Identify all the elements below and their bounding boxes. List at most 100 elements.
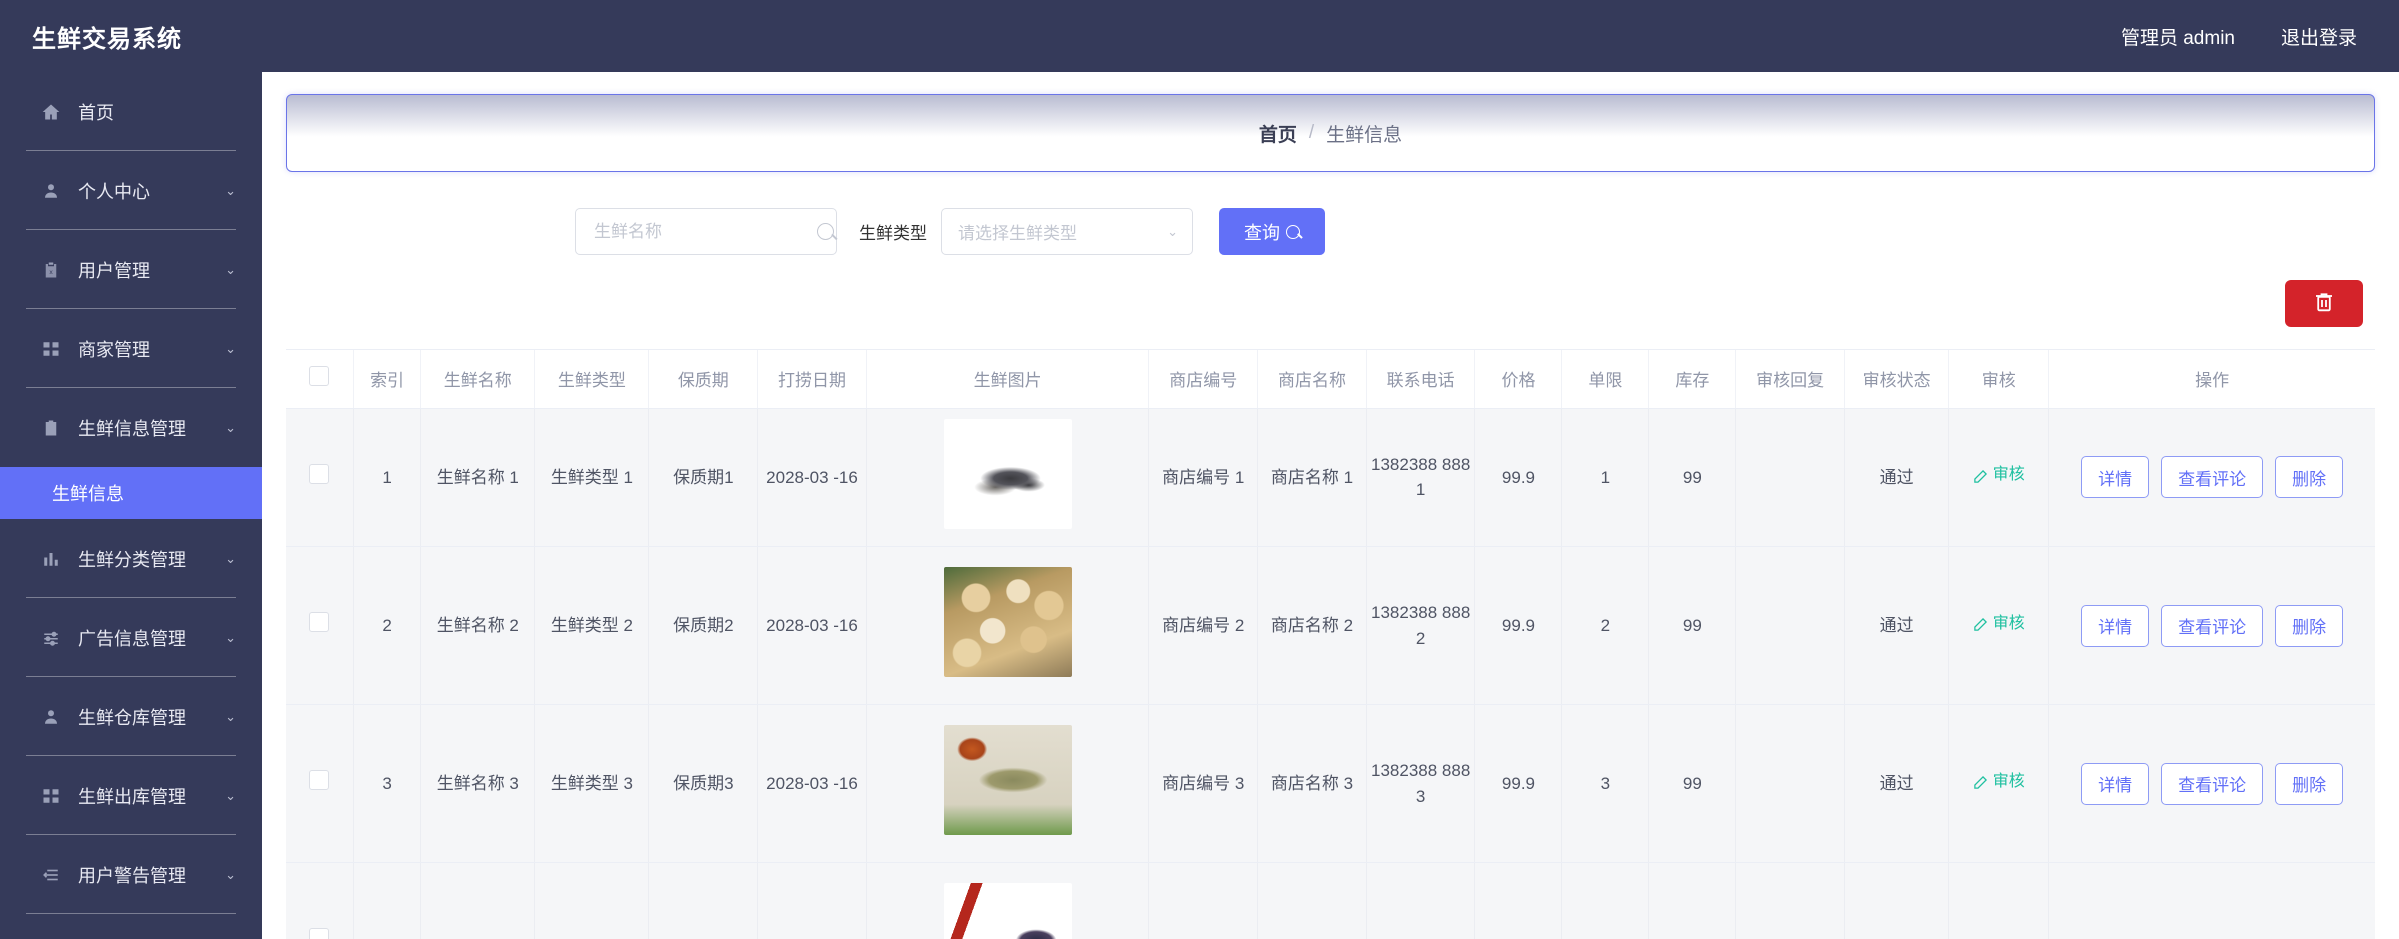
sidebar-item-fresh-warehouse-management[interactable]: 生鲜仓库管理 ⌄ bbox=[0, 677, 262, 756]
breadcrumb-separator: / bbox=[1308, 122, 1315, 143]
cell-fresh-image[interactable] bbox=[866, 704, 1150, 863]
fresh-image-thumbnail[interactable] bbox=[943, 566, 1072, 677]
cell-shelf-life bbox=[648, 862, 759, 939]
delete-selected-button[interactable] bbox=[2285, 280, 2363, 327]
cell-operations[interactable]: 详情 查看评论 删除 bbox=[2048, 546, 2375, 705]
pencil-icon bbox=[1973, 616, 1988, 631]
sidebar-item-personal-center[interactable]: 个人中心 ⌄ bbox=[0, 151, 262, 230]
select-all-checkbox[interactable] bbox=[309, 366, 330, 387]
query-button-label: 查询 bbox=[1244, 222, 1280, 243]
sidebar-item-ad-info-management[interactable]: 广告信息管理 ⌄ bbox=[0, 598, 262, 677]
sidebar-item-label: 用户警告管理 bbox=[78, 865, 186, 886]
delete-button[interactable]: 删除 bbox=[2275, 762, 2344, 805]
sliders-icon bbox=[40, 627, 62, 649]
cell-order-limit: 1 bbox=[1561, 408, 1650, 547]
sidebar-item-label: 个人中心 bbox=[78, 181, 150, 202]
sidebar-item-home[interactable]: 首页 bbox=[0, 72, 262, 151]
fresh-info-table-wrapper: 索引 生鲜名称 生鲜类型 保质期 打捞日期 生鲜图片 商店编号 商店名称 联系电… bbox=[286, 349, 2375, 939]
brand-title: 生鲜交易系统 bbox=[32, 25, 182, 53]
cell-phone bbox=[1366, 862, 1476, 939]
logout-button[interactable]: 退出登录 bbox=[2281, 23, 2357, 50]
fresh-image-thumbnail[interactable] bbox=[943, 882, 1072, 939]
sidebar-item-user-management[interactable]: x 用户管理 ⌄ bbox=[0, 230, 262, 309]
cell-fresh-image[interactable] bbox=[866, 862, 1150, 939]
delete-button[interactable]: 删除 bbox=[2275, 456, 2344, 499]
detail-button[interactable]: 详情 bbox=[2081, 456, 2150, 499]
cell-audit-action[interactable] bbox=[1948, 862, 2050, 939]
fresh-image-thumbnail[interactable] bbox=[943, 418, 1072, 529]
row-checkbox[interactable] bbox=[309, 927, 330, 939]
row-checkbox[interactable] bbox=[309, 769, 330, 790]
detail-button[interactable]: 详情 bbox=[2081, 762, 2150, 805]
audit-link[interactable]: 审核 bbox=[1973, 612, 2025, 636]
sidebar-item-fresh-info-management[interactable]: 生鲜信息管理 ⌄ bbox=[0, 388, 262, 467]
sidebar-item-fresh-category-management[interactable]: 生鲜分类管理 ⌄ bbox=[0, 519, 262, 598]
col-audit-status: 审核状态 bbox=[1844, 350, 1950, 409]
sidebar-item-merchant-management[interactable]: 商家管理 ⌄ bbox=[0, 309, 262, 388]
table-row[interactable] bbox=[286, 862, 2375, 939]
row-select-cell[interactable] bbox=[286, 546, 354, 705]
detail-button[interactable]: 详情 bbox=[2081, 604, 2150, 647]
fresh-name-search-box[interactable] bbox=[575, 208, 837, 255]
filter-bar: 生鲜类型 请选择生鲜类型 ⌄ 查询 bbox=[262, 172, 2399, 255]
cell-price bbox=[1474, 862, 1563, 939]
sidebar-item-label: 商家管理 bbox=[78, 339, 150, 360]
sidebar-item-label: 生鲜仓库管理 bbox=[78, 707, 186, 728]
cell-audit-action[interactable]: 审核 bbox=[1948, 546, 2050, 705]
cell-store-no: 商店编号 2 bbox=[1148, 546, 1259, 705]
sidebar-subitem-fresh-info[interactable]: 生鲜信息 bbox=[0, 467, 262, 519]
fresh-type-select[interactable]: 请选择生鲜类型 ⌄ bbox=[941, 208, 1193, 255]
cell-operations[interactable]: 详情 查看评论 删除 bbox=[2048, 408, 2375, 547]
audit-link[interactable]: 审核 bbox=[1973, 463, 2025, 487]
breadcrumb-home[interactable]: 首页 bbox=[1259, 120, 1297, 147]
user-icon bbox=[40, 180, 62, 202]
table-row[interactable]: 2 生鲜名称 2 生鲜类型 2 保质期2 2028-03 -16 商店编号 2 … bbox=[286, 546, 2375, 705]
row-checkbox[interactable] bbox=[309, 463, 330, 484]
bulk-actions-bar bbox=[262, 255, 2399, 327]
cell-operations[interactable] bbox=[2048, 862, 2375, 939]
table-row[interactable]: 1 生鲜名称 1 生鲜类型 1 保质期1 2028-03 -16 商店编号 1 … bbox=[286, 408, 2375, 547]
audit-link[interactable]: 审核 bbox=[1973, 770, 2025, 794]
cell-fresh-image[interactable] bbox=[866, 546, 1150, 705]
row-select-cell[interactable] bbox=[286, 862, 354, 939]
chevron-down-icon: ⌄ bbox=[225, 262, 236, 277]
fresh-image-thumbnail[interactable] bbox=[943, 724, 1072, 835]
sidebar-item-merchant-warning-management[interactable]: 商家警告管理 ⌄ bbox=[0, 914, 262, 939]
cell-audit-status bbox=[1844, 862, 1950, 939]
row-select-cell[interactable] bbox=[286, 408, 354, 547]
query-button[interactable]: 查询 bbox=[1219, 208, 1325, 255]
cell-catch-date bbox=[757, 862, 867, 939]
col-store-no: 商店编号 bbox=[1148, 350, 1259, 409]
row-checkbox[interactable] bbox=[309, 611, 330, 632]
cell-operations[interactable]: 详情 查看评论 删除 bbox=[2048, 704, 2375, 863]
sidebar-item-label: 广告信息管理 bbox=[78, 628, 186, 649]
view-comments-button[interactable]: 查看评论 bbox=[2161, 456, 2264, 499]
cell-audit-status: 通过 bbox=[1844, 704, 1950, 863]
cell-audit-status: 通过 bbox=[1844, 546, 1950, 705]
chevron-down-icon: ⌄ bbox=[225, 420, 236, 435]
sidebar-item-fresh-outbound-management[interactable]: 生鲜出库管理 ⌄ bbox=[0, 756, 262, 835]
cell-fresh-image[interactable] bbox=[866, 408, 1150, 547]
audit-link-label: 审核 bbox=[1992, 466, 2025, 484]
cell-audit-action[interactable]: 审核 bbox=[1948, 704, 2050, 863]
select-all-header[interactable] bbox=[286, 350, 354, 409]
cell-fresh-name: 生鲜名称 2 bbox=[420, 546, 536, 705]
cell-audit-status: 通过 bbox=[1844, 408, 1950, 547]
delete-button[interactable]: 删除 bbox=[2275, 604, 2344, 647]
cell-catch-date: 2028-03 -16 bbox=[757, 546, 867, 705]
view-comments-button[interactable]: 查看评论 bbox=[2161, 604, 2264, 647]
view-comments-button[interactable]: 查看评论 bbox=[2161, 762, 2264, 805]
cell-fresh-name: 生鲜名称 1 bbox=[420, 408, 536, 547]
cell-order-limit: 2 bbox=[1561, 546, 1650, 705]
row-select-cell[interactable] bbox=[286, 704, 354, 863]
cell-fresh-type bbox=[534, 862, 650, 939]
cell-order-limit bbox=[1561, 862, 1650, 939]
cell-shelf-life: 保质期3 bbox=[648, 704, 759, 863]
search-icon bbox=[817, 223, 834, 240]
grid-icon bbox=[40, 785, 62, 807]
sidebar-item-user-warning-management[interactable]: 用户警告管理 ⌄ bbox=[0, 835, 262, 914]
cell-catch-date: 2028-03 -16 bbox=[757, 704, 867, 863]
table-row[interactable]: 3 生鲜名称 3 生鲜类型 3 保质期3 2028-03 -16 商店编号 3 … bbox=[286, 704, 2375, 863]
cell-audit-action[interactable]: 审核 bbox=[1948, 408, 2050, 547]
search-input[interactable] bbox=[592, 220, 817, 243]
